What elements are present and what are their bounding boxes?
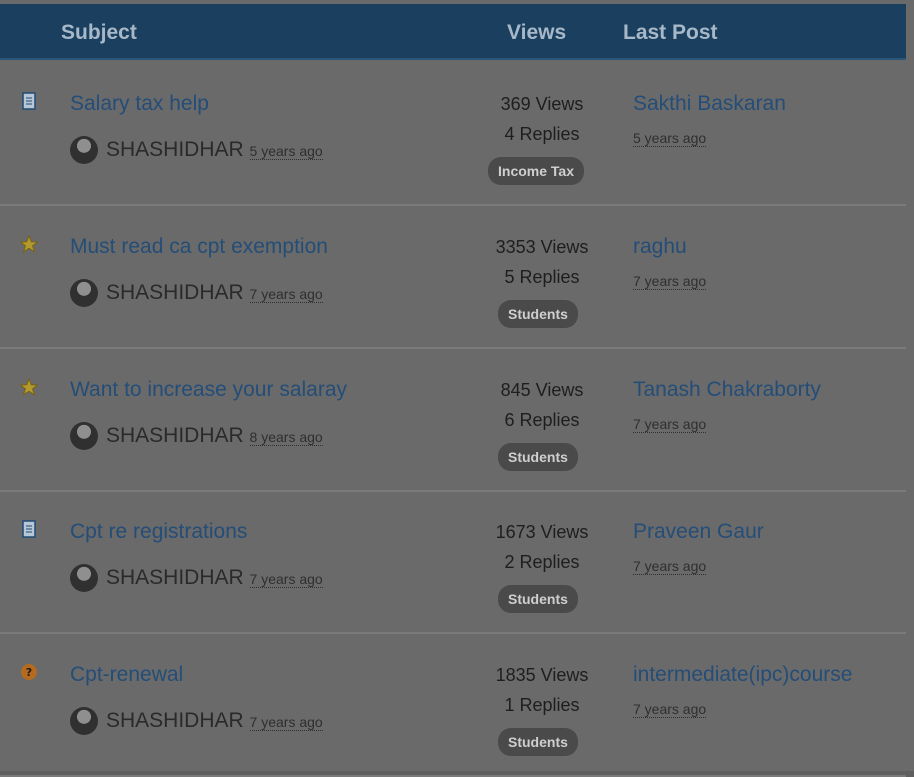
thread-author: SHASHIDHAR 8 years ago — [70, 422, 323, 451]
reply-count: 4 Replies — [504, 124, 580, 144]
table-header: Subject Views Last Post — [0, 4, 906, 60]
view-count: 1835 Views — [495, 665, 589, 685]
last-post-user[interactable]: Praveen Gaur — [633, 520, 764, 544]
author-name[interactable]: SHASHIDHAR — [106, 566, 244, 589]
last-post-time: 5 years ago — [633, 130, 707, 147]
view-count: 1673 Views — [495, 522, 589, 542]
view-count: 3353 Views — [495, 237, 589, 257]
svg-text:?: ? — [26, 666, 32, 679]
post-time: 5 years ago — [249, 143, 323, 160]
thread-row: Want to increase your salaray SHASHIDHAR… — [0, 348, 906, 492]
star-icon — [19, 234, 39, 253]
last-post-time: 7 years ago — [633, 558, 707, 575]
post-time: 7 years ago — [249, 714, 323, 731]
author-name[interactable]: SHASHIDHAR — [106, 424, 244, 447]
last-post-user[interactable]: Sakthi Baskaran — [633, 92, 786, 116]
author-name[interactable]: SHASHIDHAR — [106, 281, 244, 304]
question-icon: ? — [20, 663, 38, 681]
avatar — [70, 279, 98, 308]
thread-author: SHASHIDHAR 7 years ago — [70, 564, 323, 593]
author-name[interactable]: SHASHIDHAR — [106, 138, 244, 161]
last-post-time: 7 years ago — [633, 273, 707, 290]
forum-thread-table: Subject Views Last Post Salary tax help … — [0, 0, 914, 777]
thread-author: SHASHIDHAR 7 years ago — [70, 707, 323, 736]
thread-title[interactable]: Want to increase your salaray — [70, 378, 347, 402]
avatar — [70, 564, 98, 593]
subject-column-header: Subject — [61, 21, 137, 44]
thread-author: SHASHIDHAR 7 years ago — [70, 279, 323, 308]
thread-row: ? Cpt-renewal SHASHIDHAR 7 years ago 183… — [0, 633, 906, 777]
last-post-user[interactable]: raghu — [633, 235, 687, 259]
avatar — [70, 422, 98, 451]
last-post-time: 7 years ago — [633, 701, 707, 718]
thread-row: Must read ca cpt exemption SHASHIDHAR 7 … — [0, 205, 906, 349]
thread-title[interactable]: Must read ca cpt exemption — [70, 235, 328, 259]
category-badge[interactable]: Students — [498, 728, 578, 756]
view-count: 369 Views — [500, 94, 584, 114]
last-post-column-header: Last Post — [623, 21, 718, 44]
thread-row: Salary tax help SHASHIDHAR 5 years ago 3… — [0, 62, 906, 206]
category-badge[interactable]: Students — [498, 585, 578, 613]
post-time: 7 years ago — [249, 571, 323, 588]
author-name[interactable]: SHASHIDHAR — [106, 709, 244, 732]
thread-row: Cpt re registrations SHASHIDHAR 7 years … — [0, 490, 906, 634]
avatar — [70, 707, 98, 736]
document-icon — [20, 520, 38, 538]
post-time: 8 years ago — [249, 429, 323, 446]
reply-count: 5 Replies — [504, 267, 580, 287]
last-post-user[interactable]: intermediate(ipc)course — [633, 663, 852, 687]
star-icon — [19, 377, 39, 396]
reply-count: 1 Replies — [504, 695, 580, 715]
thread-author: SHASHIDHAR 5 years ago — [70, 136, 323, 165]
last-post-user[interactable]: Tanash Chakraborty — [633, 378, 821, 402]
views-column-header: Views — [507, 21, 567, 44]
thread-title[interactable]: Cpt-renewal — [70, 663, 183, 687]
category-badge[interactable]: Income Tax — [488, 157, 584, 185]
post-time: 7 years ago — [249, 286, 323, 303]
category-badge[interactable]: Students — [498, 443, 578, 471]
reply-count: 2 Replies — [504, 552, 580, 572]
thread-title[interactable]: Salary tax help — [70, 92, 209, 116]
reply-count: 6 Replies — [504, 410, 580, 430]
document-icon — [20, 92, 38, 110]
view-count: 845 Views — [500, 380, 584, 400]
avatar — [70, 136, 98, 165]
category-badge[interactable]: Students — [498, 300, 578, 328]
last-post-time: 7 years ago — [633, 416, 707, 433]
thread-title[interactable]: Cpt re registrations — [70, 520, 247, 544]
